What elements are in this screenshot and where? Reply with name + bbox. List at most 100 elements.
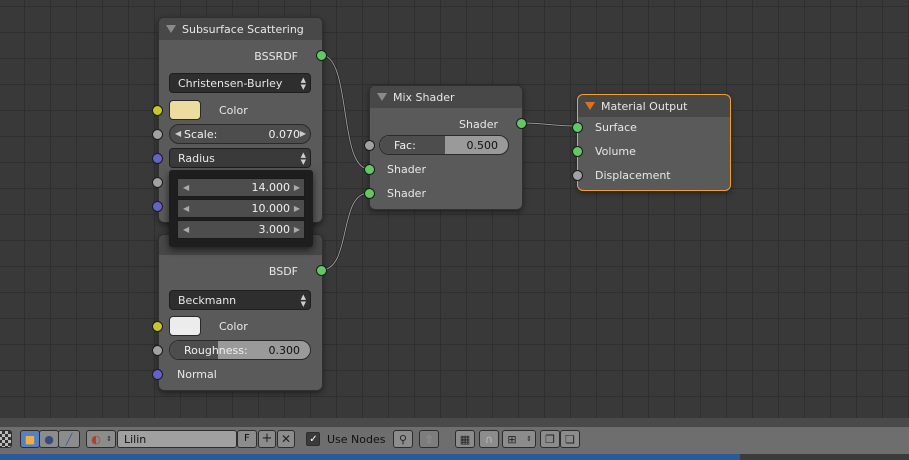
surface-label: Surface — [595, 121, 637, 134]
output-node-header[interactable]: Material Output — [578, 95, 730, 117]
glossy-roughness-socket[interactable] — [152, 345, 163, 356]
use-nodes-label: Use Nodes — [327, 433, 386, 446]
material-name: Lilin — [124, 433, 147, 446]
updown-arrows-icon: ▲ ▼ — [300, 76, 306, 91]
cube-icon: ■ — [24, 432, 36, 446]
glossy-distribution-dropdown[interactable]: Beckmann ▲ ▼ — [169, 290, 311, 310]
sss-radius-dropdown[interactable]: Radius ▲ ▼ — [169, 148, 311, 168]
copy-icon: ❐ — [545, 432, 555, 446]
up-arrow-icon: ⇧ — [424, 432, 434, 446]
output-surface-socket[interactable] — [572, 122, 583, 133]
snap-element-dropdown[interactable]: ⊞ ⇕ — [502, 430, 536, 448]
sss-color-label: Color — [219, 104, 248, 117]
material-name-field[interactable]: Lilin — [117, 430, 237, 448]
sss-output-label: BSSRDF — [254, 50, 298, 63]
line-style-button[interactable]: ╱ — [58, 430, 80, 448]
mix-shader-output-socket[interactable] — [516, 118, 527, 129]
mix-node-header[interactable]: Mix Shader — [370, 86, 522, 108]
object-shader-button[interactable]: ■ — [20, 430, 40, 448]
node-tree-icon: ▦ — [459, 432, 471, 446]
new-material-button[interactable]: + — [258, 430, 276, 448]
use-nodes-checkbox[interactable]: ✓ — [306, 432, 320, 446]
increment-arrow-icon[interactable]: ▶ — [300, 129, 306, 138]
pin-icon: ⚲ — [398, 432, 408, 446]
collapse-triangle-icon[interactable] — [377, 93, 387, 101]
radius-z-value: 3.000 — [258, 223, 291, 236]
mix-fac-socket[interactable] — [364, 140, 375, 151]
radius-y-field[interactable]: ◀ 10.000 ▶ — [177, 199, 305, 218]
radius-y-value: 10.000 — [251, 202, 291, 215]
output-node-title: Material Output — [601, 99, 688, 113]
mix-input2-label: Shader — [387, 187, 426, 200]
glossy-color-socket[interactable] — [152, 321, 163, 332]
sss-falloff-dropdown[interactable]: Christensen-Burley ▲ ▼ — [169, 73, 311, 93]
parent-node-button[interactable]: ⇧ — [419, 430, 439, 448]
mix-output-label: Shader — [459, 118, 498, 131]
snap-toggle-button[interactable]: ∩ — [479, 430, 499, 448]
mix-fac-slider[interactable]: Fac: 0.500 — [379, 135, 509, 155]
sss-radius-socket[interactable] — [152, 153, 163, 164]
updown-arrows-icon: ⇕ — [106, 435, 112, 443]
mix-shader2-socket[interactable] — [364, 188, 375, 199]
sss-node-header[interactable]: Subsurface Scattering — [159, 18, 322, 40]
radius-vector-popup[interactable]: ◀ 14.000 ▶ ◀ 10.000 ▶ ◀ 3.000 ▶ — [169, 170, 313, 247]
checker-icon[interactable] — [0, 430, 12, 448]
sss-sharpness-socket[interactable] — [152, 177, 163, 188]
output-displacement-socket[interactable] — [572, 170, 583, 181]
sss-scale-field[interactable]: ◀ Scale: 0.070 ▶ — [169, 124, 311, 144]
paste-nodes-button[interactable]: ❏ — [560, 430, 580, 448]
glossy-color-swatch[interactable] — [169, 316, 201, 336]
roughness-value: 0.300 — [268, 343, 301, 357]
copy-nodes-button[interactable]: ❐ — [540, 430, 560, 448]
backdrop-button[interactable]: ▦ — [455, 430, 475, 448]
collapse-triangle-icon[interactable] — [166, 25, 176, 33]
fake-user-button[interactable]: F — [237, 430, 257, 448]
mix-shader1-socket[interactable] — [364, 164, 375, 175]
close-icon: ✕ — [280, 431, 292, 446]
updown-arrows-icon: ▲ ▼ — [300, 151, 306, 166]
increment-arrow-icon[interactable]: ▶ — [294, 225, 300, 234]
increment-arrow-icon[interactable]: ▶ — [294, 204, 300, 213]
grid-snap-icon: ⊞ — [507, 432, 517, 446]
globe-icon: ● — [44, 432, 54, 446]
scale-value: 0.070 — [268, 127, 301, 141]
glossy-roughness-slider[interactable]: Roughness: 0.300 — [169, 340, 311, 360]
glossy-output-label: BSDF — [268, 265, 298, 278]
decrement-arrow-icon[interactable]: ◀ — [183, 183, 189, 192]
sss-scale-socket[interactable] — [152, 129, 163, 140]
roughness-label: Roughness: — [184, 343, 248, 357]
snap-button[interactable]: ⚲ — [393, 430, 413, 448]
fac-value: 0.500 — [466, 138, 499, 152]
radius-x-value: 14.000 — [251, 181, 291, 194]
sss-color-swatch[interactable] — [169, 100, 201, 120]
check-icon: ✓ — [309, 433, 318, 445]
paste-icon: ❏ — [565, 432, 575, 446]
glossy-normal-socket[interactable] — [152, 369, 163, 380]
header-separator — [0, 418, 909, 427]
collapse-triangle-icon[interactable] — [585, 102, 595, 110]
mix-input1-label: Shader — [387, 163, 426, 176]
decrement-arrow-icon[interactable]: ◀ — [183, 204, 189, 213]
volume-label: Volume — [595, 145, 636, 158]
glossy-distribution-value: Beckmann — [178, 293, 237, 307]
increment-arrow-icon[interactable]: ▶ — [294, 183, 300, 192]
sss-normal-socket[interactable] — [152, 201, 163, 212]
glossy-normal-label: Normal — [177, 368, 217, 381]
fake-user-label: F — [244, 433, 250, 444]
glossy-bsdf-output-socket[interactable] — [316, 265, 327, 276]
sss-node-title: Subsurface Scattering — [182, 22, 304, 36]
output-volume-socket[interactable] — [572, 146, 583, 157]
radius-z-field[interactable]: ◀ 3.000 ▶ — [177, 220, 305, 239]
sss-falloff-value: Christensen-Burley — [178, 76, 283, 90]
sss-color-socket[interactable] — [152, 105, 163, 116]
displacement-label: Displacement — [595, 169, 671, 182]
fac-label: Fac: — [394, 138, 416, 152]
magnet-icon: ∩ — [484, 432, 494, 446]
decrement-arrow-icon[interactable]: ◀ — [183, 225, 189, 234]
unlink-material-button[interactable]: ✕ — [277, 430, 295, 448]
material-browse-button[interactable]: ◐ ⇕ — [86, 430, 116, 448]
world-shader-button[interactable]: ● — [39, 430, 59, 448]
radius-x-field[interactable]: ◀ 14.000 ▶ — [177, 178, 305, 197]
scale-label: Scale: — [184, 127, 218, 141]
sss-bssrdf-output-socket[interactable] — [316, 50, 327, 61]
